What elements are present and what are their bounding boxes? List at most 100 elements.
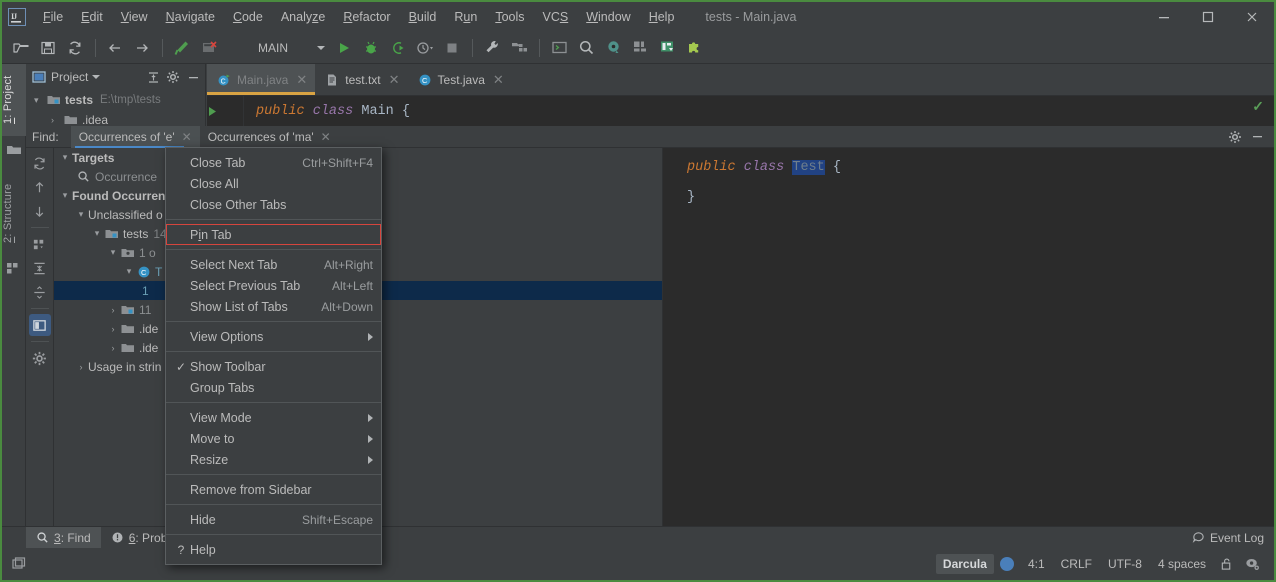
stop-build-icon[interactable] — [196, 35, 222, 61]
inspection-ok-checkmark[interactable]: ✓ — [1252, 98, 1264, 115]
chevron-down-icon[interactable]: ▾ — [58, 190, 72, 201]
menu-run[interactable]: Run — [445, 6, 486, 28]
rerun-search-icon[interactable] — [29, 152, 51, 174]
menu-refactor[interactable]: Refactor — [334, 6, 399, 28]
sidebar-item-structure[interactable]: 2: Structure — [2, 168, 26, 258]
plugins-puzzle-icon[interactable] — [681, 35, 707, 61]
project-structure-icon[interactable] — [506, 35, 532, 61]
database-icon[interactable] — [654, 35, 680, 61]
menu-edit[interactable]: Edit — [72, 6, 112, 28]
chevron-right-icon[interactable]: › — [106, 305, 120, 315]
menu-item-select-previous-tab[interactable]: Select Previous Tab Alt+Left — [166, 275, 381, 296]
debug-icon[interactable] — [358, 35, 384, 61]
sidebar-item-project[interactable]: 1: Project — [2, 64, 26, 136]
chevron-right-icon[interactable]: › — [74, 362, 88, 372]
unlocked-padlock-icon[interactable] — [1214, 554, 1239, 574]
indent-setting[interactable]: 4 spaces — [1150, 554, 1214, 574]
menu-item-help[interactable]: ? Help — [166, 539, 381, 560]
editor-code-line-top[interactable]: public class Main { — [207, 96, 1274, 126]
menu-help[interactable]: Help — [640, 6, 684, 28]
chevron-down-icon[interactable]: ▾ — [58, 152, 72, 163]
close-icon[interactable]: ✕ — [296, 72, 307, 88]
find-tab-occurrences-e[interactable]: Occurrences of 'e' ✕ — [71, 126, 200, 148]
settings-gear-icon[interactable] — [163, 67, 183, 87]
project-tree-row-tests[interactable]: ▾ tests E:\tmp\tests — [26, 90, 205, 110]
preview-usages-icon[interactable] — [29, 314, 51, 336]
menu-item-view-options[interactable]: View Options — [166, 326, 381, 347]
chevron-down-icon[interactable]: ▾ — [74, 209, 88, 220]
terminal-icon[interactable] — [546, 35, 572, 61]
previous-occurrence-icon[interactable] — [29, 176, 51, 198]
close-button[interactable] — [1230, 2, 1274, 32]
build-hammer-icon[interactable] — [169, 35, 195, 61]
open-folder-icon[interactable] — [8, 35, 34, 61]
expand-all-icon[interactable] — [29, 257, 51, 279]
chevron-down-icon[interactable]: ▾ — [122, 266, 136, 277]
stop-icon[interactable] — [439, 35, 465, 61]
sync-refresh-icon[interactable] — [62, 35, 88, 61]
hide-minimize-icon[interactable] — [1246, 127, 1268, 147]
layout-icon[interactable] — [627, 35, 653, 61]
event-log-button[interactable]: Event Log — [1192, 531, 1274, 545]
menu-window[interactable]: Window — [577, 6, 639, 28]
menu-code[interactable]: Code — [224, 6, 272, 28]
close-icon[interactable]: ✕ — [493, 72, 504, 88]
editor-tab-test-txt[interactable]: test.txt ✕ — [315, 64, 407, 95]
menu-item-pin-tab[interactable]: Pin Tab — [166, 224, 381, 245]
bottom-tab-find[interactable]: 3: Find — [26, 527, 101, 549]
menu-item-show-list-of-tabs[interactable]: Show List of Tabs Alt+Down — [166, 296, 381, 317]
menu-item-view-mode[interactable]: View Mode — [166, 407, 381, 428]
run-configuration-selector[interactable]: MAIN — [225, 36, 329, 60]
theme-indicator[interactable]: Darcula — [936, 554, 994, 574]
menu-item-close-other-tabs[interactable]: Close Other Tabs — [166, 194, 381, 215]
close-icon[interactable]: ✕ — [321, 130, 331, 144]
search-everywhere-icon[interactable] — [573, 35, 599, 61]
find-preview-pane[interactable]: public class Test { } — [662, 148, 1274, 548]
back-arrow-icon[interactable] — [102, 35, 128, 61]
menu-item-hide[interactable]: Hide Shift+Escape — [166, 509, 381, 530]
menu-vcs[interactable]: VCS — [534, 6, 578, 28]
menu-item-show-toolbar[interactable]: ✓ Show Toolbar — [166, 356, 381, 377]
editor-tab-test-java[interactable]: C Test.java ✕ — [408, 64, 512, 95]
close-icon[interactable]: ✕ — [182, 130, 192, 144]
run-with-coverage-icon[interactable] — [385, 35, 411, 61]
find-tab-occurrences-ma[interactable]: Occurrences of 'ma' ✕ — [200, 126, 339, 148]
menu-item-resize[interactable]: Resize — [166, 449, 381, 470]
menu-item-select-next-tab[interactable]: Select Next Tab Alt+Right — [166, 254, 381, 275]
close-icon[interactable]: ✕ — [389, 72, 400, 88]
chevron-right-icon[interactable]: › — [51, 115, 63, 125]
maximize-button[interactable] — [1186, 2, 1230, 32]
menu-item-group-tabs[interactable]: Group Tabs — [166, 377, 381, 398]
settings-wrench-icon[interactable] — [479, 35, 505, 61]
forward-arrow-icon[interactable] — [129, 35, 155, 61]
save-all-icon[interactable] — [35, 35, 61, 61]
run-gutter-icon[interactable] — [207, 106, 243, 117]
menu-item-move-to[interactable]: Move to — [166, 428, 381, 449]
profile-icon[interactable] — [412, 35, 438, 61]
chevron-down-icon[interactable] — [92, 75, 100, 79]
caret-position[interactable]: 4:1 — [1020, 554, 1053, 574]
collapse-all-icon[interactable] — [29, 281, 51, 303]
chevron-right-icon[interactable]: › — [106, 324, 120, 334]
chevron-down-icon[interactable]: ▾ — [34, 95, 46, 106]
minimize-button[interactable] — [1142, 2, 1186, 32]
menu-tools[interactable]: Tools — [486, 6, 533, 28]
line-separator[interactable]: CRLF — [1053, 554, 1100, 574]
next-occurrence-icon[interactable] — [29, 200, 51, 222]
theme-color-dot[interactable] — [1000, 557, 1014, 571]
group-by-icon[interactable] — [29, 233, 51, 255]
editor-tab-main-java[interactable]: C Main.java ✕ — [207, 64, 315, 95]
menu-build[interactable]: Build — [400, 6, 446, 28]
chevron-down-icon[interactable]: ▾ — [106, 247, 120, 258]
show-hide-toolwindows-icon[interactable] — [10, 555, 28, 573]
hide-minimize-icon[interactable] — [183, 67, 203, 87]
menu-item-remove-from-sidebar[interactable]: Remove from Sidebar — [166, 479, 381, 500]
menu-view[interactable]: View — [112, 6, 157, 28]
git-update-icon[interactable] — [600, 35, 626, 61]
run-icon[interactable] — [331, 35, 357, 61]
menu-item-close-tab[interactable]: Close Tab Ctrl+Shift+F4 — [166, 152, 381, 173]
menu-analyze[interactable]: Analyze — [272, 6, 334, 28]
settings-gear-icon[interactable] — [1224, 127, 1246, 147]
menu-item-close-all[interactable]: Close All — [166, 173, 381, 194]
menu-navigate[interactable]: Navigate — [157, 6, 224, 28]
